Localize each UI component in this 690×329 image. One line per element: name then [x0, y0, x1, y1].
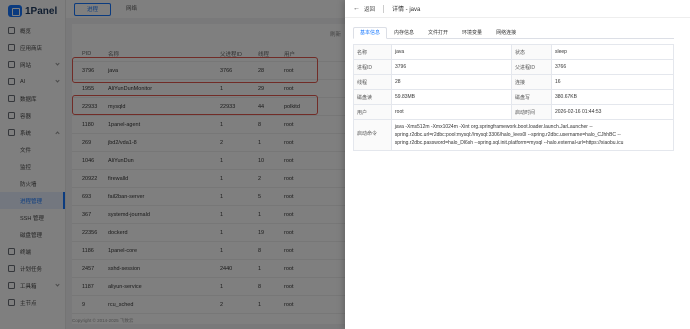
info-row: 名称 java 状态 sleep — [354, 45, 673, 60]
label-user: 用户 — [354, 105, 392, 119]
value-disk-write: 380.67KB — [555, 94, 577, 100]
tab-open-files[interactable]: 文件打开 — [421, 27, 455, 39]
info-row: 用户 root 启动时间 2026-02-16 01:44:53 — [354, 105, 673, 120]
drawer-tabs: 基本信息 内存信息 文件打开 环境变量 网络连接 — [353, 27, 674, 39]
label-connections: 连接 — [512, 75, 552, 89]
info-row: 启动命令 java -Xms512m -Xmx1024m -Xint org.s… — [354, 120, 673, 151]
tab-env-vars[interactable]: 环境变量 — [455, 27, 489, 39]
value-disk-read: 59.83MB — [392, 90, 512, 104]
basic-info-table: 名称 java 状态 sleep 进程ID 3796 父进程ID 3766 线程… — [353, 44, 674, 151]
modal-overlay[interactable] — [0, 0, 345, 329]
value-threads: 28 — [392, 75, 512, 89]
info-row: 磁盘读 59.83MB 磁盘写 380.67KB — [354, 90, 673, 105]
tab-basic-info[interactable]: 基本信息 — [353, 27, 388, 39]
value-name: java — [392, 45, 512, 59]
label-disk-read: 磁盘读 — [354, 90, 392, 104]
back-arrow-icon[interactable]: ← — [353, 5, 360, 12]
value-ppid: 3766 — [555, 64, 567, 70]
back-button[interactable]: 返回 — [364, 5, 375, 13]
divider — [383, 4, 385, 13]
value-command: java -Xms512m -Xmx1024m -Xint org.spring… — [394, 124, 624, 146]
label-status: 状态 — [512, 45, 552, 59]
value-start-time: 2026-02-16 01:44:53 — [555, 109, 602, 115]
label-command: 启动命令 — [354, 120, 392, 150]
tab-net-connections[interactable]: 网络连接 — [489, 27, 523, 39]
label-ppid: 父进程ID — [512, 60, 552, 74]
value-connections: 16 — [555, 79, 561, 85]
label-name: 名称 — [354, 45, 392, 59]
value-status: sleep — [555, 49, 567, 55]
process-detail-drawer: ← 返回 详情 - java 基本信息 内存信息 文件打开 环境变量 网络连接 … — [345, 0, 690, 329]
value-user: root — [392, 105, 512, 119]
label-threads: 线程 — [354, 75, 392, 89]
info-row: 进程ID 3796 父进程ID 3766 — [354, 60, 673, 75]
label-pid: 进程ID — [354, 60, 392, 74]
label-start-time: 启动时间 — [512, 105, 552, 119]
drawer-title: 详情 - java — [392, 7, 421, 13]
tab-memory-info[interactable]: 内存信息 — [387, 27, 421, 39]
value-pid: 3796 — [392, 60, 512, 74]
label-disk-write: 磁盘写 — [512, 90, 552, 104]
info-row: 线程 28 连接 16 — [354, 75, 673, 90]
drawer-header: ← 返回 详情 - java — [345, 0, 690, 18]
